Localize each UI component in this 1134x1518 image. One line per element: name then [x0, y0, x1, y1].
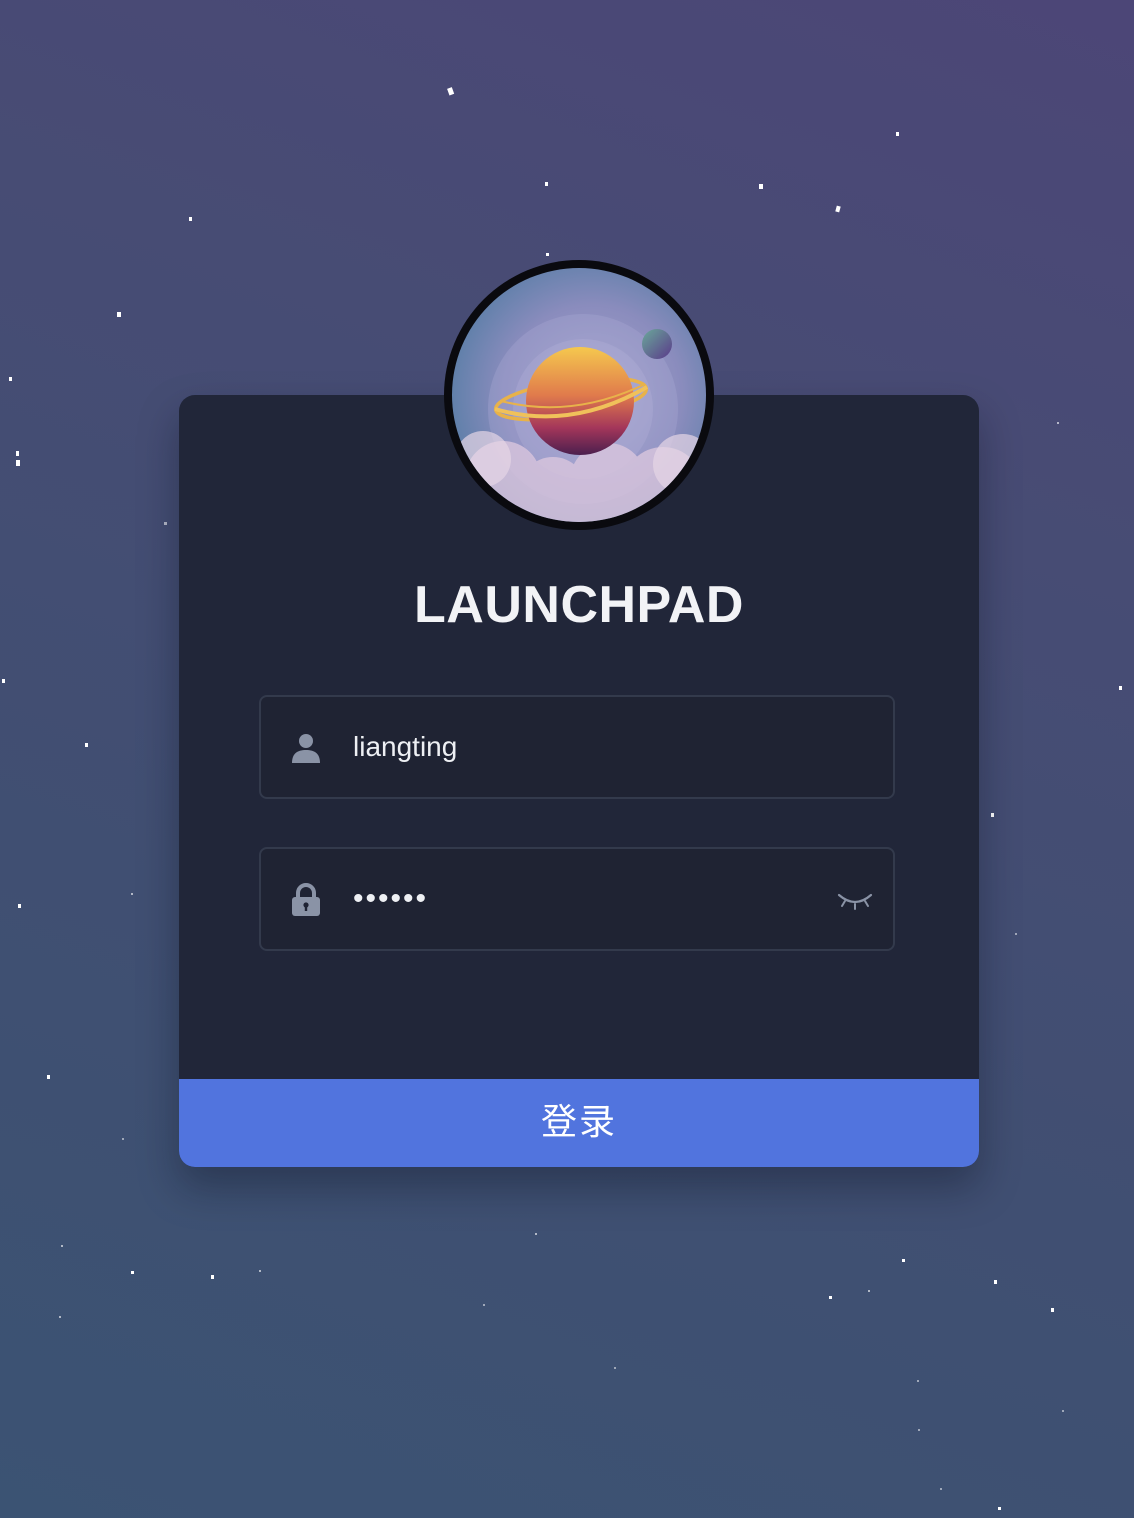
planet-logo — [444, 260, 714, 530]
username-field[interactable]: liangting — [259, 695, 895, 799]
eye-closed-icon[interactable] — [835, 889, 875, 913]
lock-icon — [292, 883, 320, 916]
password-value: •••••• — [353, 882, 429, 915]
password-field[interactable]: •••••• — [259, 847, 895, 951]
app-title: LAUNCHPAD — [414, 576, 744, 634]
user-icon — [292, 734, 320, 763]
login-button[interactable]: 登录 — [179, 1079, 979, 1167]
username-value: liangting — [353, 731, 458, 762]
